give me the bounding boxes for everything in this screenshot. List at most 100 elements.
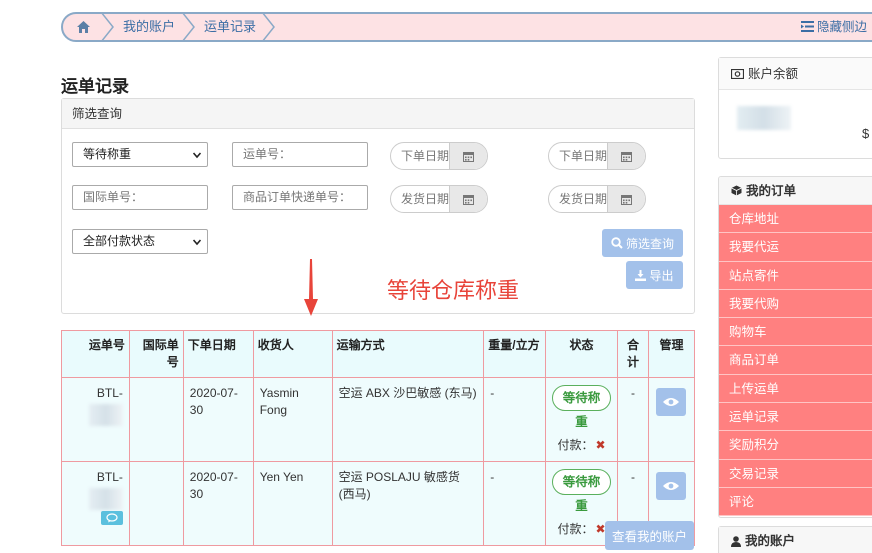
orders-panel: 我的订单 仓库地址 我要代运 站点寄件 我要代购 购物车 商品订单 上传运单 运…	[718, 176, 872, 518]
list-icon	[800, 21, 814, 32]
waybill-number[interactable]: BTL-	[97, 386, 123, 400]
sidebar-item-site-shipping[interactable]: 站点寄件	[719, 261, 872, 290]
waybill-table: 运单号 国际单号 下单日期 收货人 运输方式 重量/立方 状态 合计 管理 BT…	[61, 330, 696, 546]
table-header-row: 运单号 国际单号 下单日期 收货人 运输方式 重量/立方 状态 合计 管理	[61, 330, 696, 378]
total-cell: -	[617, 377, 649, 462]
balance-panel: 账户余额 $	[718, 57, 872, 159]
column-header: 运单号	[61, 330, 130, 378]
ship-date-to-input[interactable]: 发货日期	[548, 185, 646, 213]
account-panel-header[interactable]: 我的账户	[719, 527, 872, 553]
eye-icon	[663, 398, 680, 406]
sidebar-item-product-orders[interactable]: 商品订单	[719, 346, 872, 375]
sidebar-item-reviews[interactable]: 评论	[719, 487, 872, 517]
sidebar-item-reward-points[interactable]: 奖励积分	[719, 431, 872, 460]
sidebar-item-waybill-records[interactable]: 运单记录	[719, 403, 872, 432]
column-header: 收货人	[252, 330, 333, 378]
receiver-cell: Yen Yen	[252, 461, 333, 546]
hide-sidebar-label: 隐藏侧边	[816, 20, 867, 34]
status-select[interactable]: 等待称重	[72, 142, 208, 167]
sidebar-item-cart[interactable]: 购物车	[719, 318, 872, 347]
filter-search-button[interactable]: 筛选查询	[602, 229, 683, 257]
column-header: 状态	[545, 330, 618, 378]
blurred-number	[88, 488, 123, 510]
breadcrumb-separator	[182, 14, 195, 40]
download-icon	[635, 269, 647, 281]
ship-date-from-input[interactable]: 发货日期	[390, 185, 488, 213]
waybill-number[interactable]: BTL-	[97, 470, 123, 484]
breadcrumb-waybill-records[interactable]: 运单记录	[204, 14, 256, 40]
breadcrumb-separator	[101, 14, 114, 40]
balance-currency: $	[862, 126, 870, 141]
view-button[interactable]	[656, 388, 687, 416]
payment-status-select[interactable]: 全部付款状态	[72, 229, 208, 254]
intl-number-cell	[128, 377, 184, 462]
waybill-cell: BTL-	[61, 377, 130, 462]
sidebar-item-upload-waybill[interactable]: 上传运单	[719, 374, 872, 404]
chevron-down-icon	[193, 239, 201, 246]
column-header: 运输方式	[331, 330, 485, 378]
status-badge: 等待称重	[552, 469, 611, 513]
calendar-icon[interactable]	[607, 143, 645, 169]
shipping-method-cell: 空运 POSLAJU 敏感货 (西马)	[331, 461, 485, 546]
status-select-value: 等待称重	[83, 147, 132, 161]
orders-panel-header: 我的订单	[719, 177, 872, 205]
view-my-account-button[interactable]: 查看我的账户	[605, 521, 694, 550]
account-panel: 我的账户	[718, 526, 872, 553]
orders-title: 我的订单	[746, 183, 797, 198]
manage-cell	[647, 377, 696, 462]
table-row: BTL- 2020-07-30 Yen Yen 空运 POSLAJU 敏感货 (…	[61, 461, 696, 546]
column-header: 管理	[647, 330, 696, 378]
sidebar-item-transactions[interactable]: 交易记录	[719, 459, 872, 488]
weight-cell: -	[483, 377, 547, 462]
order-date-to-placeholder: 下单日期	[559, 149, 608, 163]
page-title: 运单记录	[61, 77, 129, 96]
intl-number-cell	[128, 461, 184, 546]
blurred-balance	[737, 106, 791, 130]
hide-sidebar-toggle[interactable]: 隐藏侧边	[800, 14, 867, 40]
user-icon	[731, 535, 741, 547]
order-date-cell: 2020-07-30	[182, 461, 254, 546]
breadcrumb-separator	[262, 14, 275, 40]
shipping-method-cell: 空运 ABX 沙巴敏感 (东马)	[331, 377, 485, 462]
payment-status-value: 全部付款状态	[83, 234, 156, 248]
payment-status: 付款： ✖	[552, 521, 611, 538]
calendar-icon[interactable]	[607, 186, 645, 212]
table-row: BTL- 2020-07-30 Yasmin Fong 空运 ABX 沙巴敏感 …	[61, 377, 696, 462]
order-date-to-input[interactable]: 下单日期	[548, 142, 646, 170]
payment-label: 付款：	[557, 522, 594, 536]
column-header: 下单日期	[182, 330, 254, 378]
breadcrumb: 我的账户 运单记录 隐藏侧边	[61, 12, 872, 42]
payment-status: 付款： ✖	[552, 437, 611, 454]
money-icon	[731, 68, 744, 79]
filter-panel: 筛选查询 等待称重 运单号： 下单日期 下单日期 国际单号： 商品订单快递单号：…	[61, 98, 695, 314]
export-button[interactable]: 导出	[626, 261, 683, 289]
account-title: 我的账户	[745, 534, 796, 548]
column-header: 合计	[617, 330, 649, 378]
unpaid-cross-icon: ✖	[595, 438, 606, 452]
home-icon[interactable]	[63, 14, 103, 40]
eye-icon	[663, 482, 680, 490]
payment-label: 付款：	[557, 438, 594, 452]
balance-panel-header: 账户余额	[719, 58, 872, 90]
calendar-icon[interactable]	[449, 186, 487, 212]
sidebar-item-warehouse-address[interactable]: 仓库地址	[719, 205, 872, 234]
view-button[interactable]	[656, 472, 687, 500]
export-label: 导出	[649, 268, 674, 283]
chat-badge-wrap	[68, 511, 123, 530]
sidebar-item-forwarding[interactable]: 我要代运	[719, 233, 872, 262]
filter-panel-title: 筛选查询	[62, 99, 694, 129]
international-number-input[interactable]: 国际单号：	[72, 185, 208, 210]
chat-icon[interactable]	[100, 511, 123, 525]
search-icon	[611, 237, 623, 249]
sidebar-item-purchasing[interactable]: 我要代购	[719, 289, 872, 319]
column-header: 重量/立方	[483, 330, 547, 378]
calendar-icon[interactable]	[449, 143, 487, 169]
express-number-input[interactable]: 商品订单快递单号：	[232, 185, 368, 210]
order-date-from-input[interactable]: 下单日期	[390, 142, 488, 170]
order-date-cell: 2020-07-30	[182, 377, 254, 462]
weight-cell: -	[483, 461, 547, 546]
breadcrumb-my-account[interactable]: 我的账户	[123, 14, 175, 40]
column-header: 国际单号	[128, 330, 184, 378]
chevron-down-icon	[193, 152, 201, 159]
waybill-number-input[interactable]: 运单号：	[232, 142, 368, 167]
